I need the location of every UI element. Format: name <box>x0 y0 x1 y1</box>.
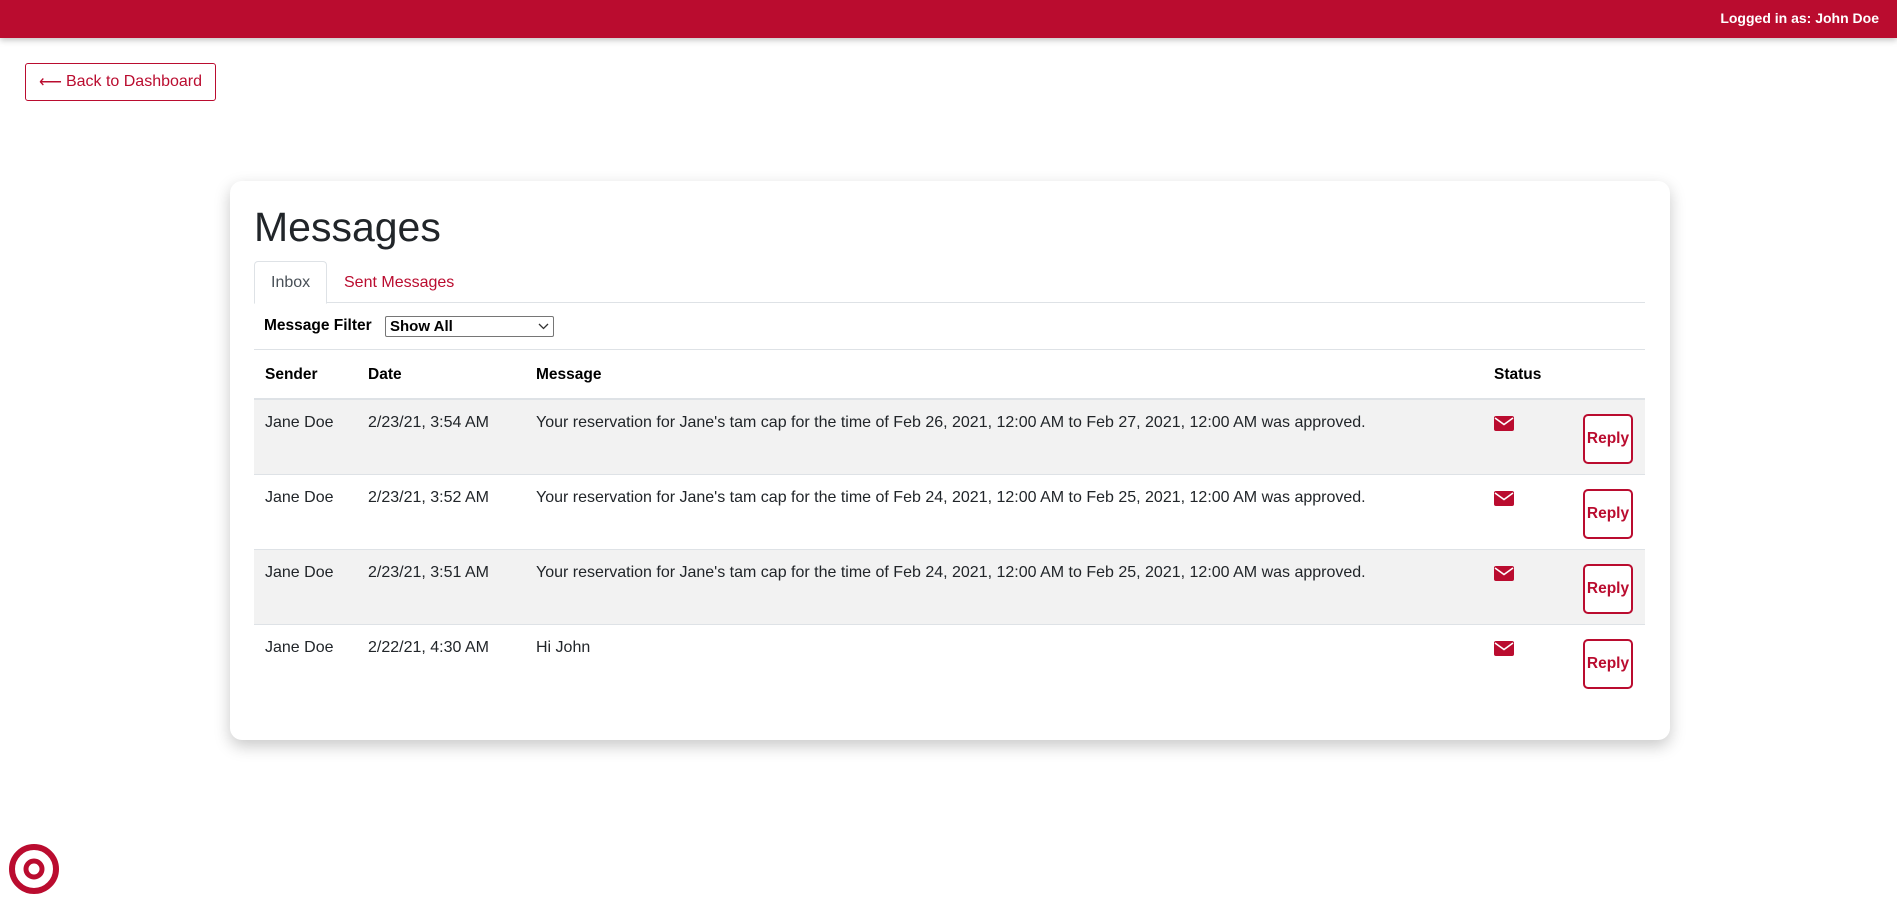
back-to-dashboard-label: Back to Dashboard <box>65 73 203 90</box>
tab-inbox-label: Inbox <box>271 273 311 291</box>
row-date: 2/22/21, 4:30 AM <box>368 639 489 656</box>
column-header-message: Message <box>536 366 602 383</box>
row-message: Your reservation for Jane's tam cap for … <box>536 489 1366 506</box>
table-row: Jane Doe 2/23/21, 3:52 AM Your reservati… <box>254 475 1645 550</box>
logged-in-user-text: Logged in as: John Doe <box>1720 10 1879 26</box>
row-date: 2/23/21, 3:52 AM <box>368 489 489 506</box>
message-filter-selected-value: Show All <box>390 318 453 335</box>
chevron-down-icon <box>538 321 549 333</box>
row-sender: Jane Doe <box>265 564 334 581</box>
arrow-left-icon: ⟵ <box>39 74 62 91</box>
table-row: Jane Doe 2/22/21, 4:30 AM Hi John Reply <box>254 625 1645 700</box>
envelope-icon[interactable] <box>1494 566 1514 581</box>
messages-table: Sender Date Message Status Jane Doe 2/23… <box>254 350 1645 700</box>
row-date: 2/23/21, 3:51 AM <box>368 564 489 581</box>
table-row: Jane Doe 2/23/21, 3:51 AM Your reservati… <box>254 550 1645 625</box>
row-sender: Jane Doe <box>265 414 334 431</box>
tab-inbox[interactable]: Inbox <box>254 261 328 304</box>
message-filter-label: Message Filter <box>264 317 372 334</box>
column-header-status: Status <box>1494 366 1542 383</box>
row-sender: Jane Doe <box>265 489 334 506</box>
envelope-icon[interactable] <box>1494 416 1514 431</box>
envelope-icon[interactable] <box>1494 641 1514 656</box>
back-to-dashboard-button[interactable]: ⟵ Back to Dashboard <box>25 63 217 101</box>
messages-card: Messages Inbox Sent Messages Message Fil… <box>230 181 1670 740</box>
message-tabs: Inbox Sent Messages <box>254 261 1645 304</box>
row-message: Your reservation for Jane's tam cap for … <box>536 564 1366 581</box>
message-filter-row: Message Filter Show All <box>254 303 1645 350</box>
tab-sent-messages-label: Sent Messages <box>344 273 455 291</box>
table-row: Jane Doe 2/23/21, 3:54 AM Your reservati… <box>254 400 1645 475</box>
row-message: Your reservation for Jane's tam cap for … <box>536 414 1366 431</box>
table-header-row: Sender Date Message Status <box>254 350 1645 400</box>
envelope-icon[interactable] <box>1494 491 1514 506</box>
row-sender: Jane Doe <box>265 639 334 656</box>
reply-button[interactable]: Reply <box>1583 489 1633 539</box>
column-header-date: Date <box>368 366 402 383</box>
column-header-sender: Sender <box>265 366 318 383</box>
reply-button[interactable]: Reply <box>1583 639 1633 689</box>
tab-sent-messages[interactable]: Sent Messages <box>328 261 470 304</box>
message-filter-select[interactable]: Show All <box>385 316 554 337</box>
target-logo-icon <box>8 843 60 895</box>
row-message: Hi John <box>536 639 591 656</box>
top-navbar: Logged in as: John Doe <box>0 0 1897 38</box>
row-date: 2/23/21, 3:54 AM <box>368 414 489 431</box>
reply-button[interactable]: Reply <box>1583 414 1633 464</box>
reply-button[interactable]: Reply <box>1583 564 1633 614</box>
page-title: Messages <box>254 204 441 250</box>
